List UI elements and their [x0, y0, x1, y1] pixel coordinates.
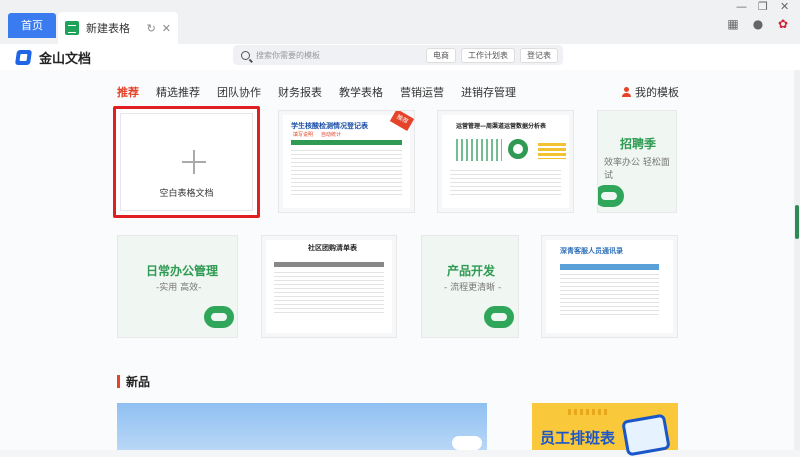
decoration-swirl — [598, 185, 624, 207]
new-sheet-tab-label: 新建表格 — [86, 22, 130, 35]
template-card[interactable]: 日常办公管理 -实用 高效- — [117, 235, 238, 338]
bar-chart-preview — [456, 139, 502, 161]
schedule-illustration — [621, 413, 671, 457]
table-rows — [450, 167, 561, 195]
close-tab-icon[interactable]: ✕ — [162, 22, 171, 35]
decoration-swirl — [204, 306, 234, 328]
donut-chart-preview — [508, 139, 528, 159]
blank-sheet-label: 空白表格文档 — [159, 189, 214, 199]
staff-schedule-card[interactable]: 员工排班表 — [532, 403, 678, 457]
new-section-heading: 新品 — [117, 373, 150, 390]
plus-icon — [182, 150, 206, 174]
template-subtitle: -实用 高效- — [156, 283, 202, 293]
template-title: 招聘季 — [620, 137, 657, 151]
table-rows — [291, 147, 402, 195]
heading-accent-bar — [117, 375, 120, 388]
decoration-swirl — [484, 306, 514, 328]
template-preview: 社区团购清单表 — [266, 240, 392, 333]
search-chip[interactable]: 电商 — [426, 47, 456, 63]
app-name: 金山文档 — [39, 52, 92, 67]
template-subtitle: - 流程更清晰 - — [444, 283, 502, 293]
recommend-badge: 推荐 — [389, 111, 414, 132]
apps-grid-icon[interactable]: ▦ — [726, 17, 740, 31]
template-card[interactable]: 学生核酸检测情况登记表 推荐 填写说明 自动统计 — [278, 110, 415, 213]
table-header-bar — [291, 140, 402, 145]
template-preview: 深青客服人员通讯录 — [546, 240, 673, 333]
staff-schedule-title: 员工排班表 — [540, 429, 616, 447]
search-icon — [241, 50, 250, 60]
blank-sheet-preview: 空白表格文档 — [120, 113, 253, 211]
dots-decoration — [568, 409, 608, 415]
app-logo[interactable]: 金山文档 — [14, 48, 92, 67]
template-card[interactable]: 深青客服人员通讯录 — [541, 235, 678, 338]
search-chip[interactable]: 工作计划表 — [461, 47, 515, 63]
table-rows — [560, 271, 659, 315]
template-title: 深青客服人员通讯录 — [560, 247, 623, 255]
category-tabs: 推荐 精选推荐 团队协作 财务报表 教学表格 营销运营 进销存管理 — [117, 84, 516, 100]
my-templates-label: 我的模板 — [635, 86, 679, 99]
restore-icon[interactable]: ❐ — [758, 0, 768, 14]
new-sheet-tab[interactable]: 新建表格 ↻ ✕ — [58, 12, 178, 44]
template-title: 产品开发 — [447, 264, 496, 278]
table-header-bar — [274, 262, 384, 267]
template-title: 日常办公管理 — [146, 264, 219, 278]
kdocs-logo-icon — [14, 50, 33, 65]
refresh-icon[interactable]: ↻ — [147, 22, 156, 35]
scrollbar-thumb[interactable] — [795, 205, 799, 239]
my-templates-link[interactable]: 我的模板 — [622, 84, 679, 100]
bar-chart-preview — [538, 143, 566, 159]
template-note: 填写说明 — [293, 132, 314, 138]
tab-marketing[interactable]: 营销运营 — [400, 84, 444, 100]
close-window-icon[interactable]: ✕ — [780, 0, 789, 14]
template-title: 社区团购清单表 — [308, 244, 357, 252]
cloud-decoration — [452, 436, 482, 450]
search-chip[interactable]: 登记表 — [520, 47, 558, 63]
new-section-title: 新品 — [126, 375, 151, 389]
user-icon — [622, 87, 631, 97]
template-title: 学生核酸检测情况登记表 — [291, 122, 368, 130]
tab-finance[interactable]: 财务报表 — [278, 84, 322, 100]
template-card[interactable]: 产品开发 - 流程更清晰 - — [421, 235, 519, 338]
table-header-bar — [560, 264, 659, 270]
template-preview: 运营管理—周渠道运营数据分析表 — [442, 115, 569, 208]
spreadsheet-icon — [65, 21, 79, 35]
tab-featured[interactable]: 精选推荐 — [156, 84, 200, 100]
tab-inventory[interactable]: 进销存管理 — [461, 84, 516, 100]
chat-icon[interactable]: ● — [751, 17, 765, 31]
template-search[interactable]: 搜索你需要的模板 电商 工作计划表 登记表 — [233, 45, 563, 65]
tab-teaching[interactable]: 教学表格 — [339, 84, 383, 100]
table-rows — [274, 269, 384, 313]
template-note: 自动统计 — [321, 132, 342, 138]
scrollbar[interactable] — [794, 70, 800, 450]
template-preview: 学生核酸检测情况登记表 推荐 填写说明 自动统计 — [283, 111, 414, 208]
template-card[interactable]: 招聘季 效率办公 轻松面试 — [597, 110, 677, 213]
blank-sheet-card[interactable]: 空白表格文档 — [113, 106, 260, 218]
template-card[interactable]: 社区团购清单表 — [261, 235, 397, 338]
template-card[interactable]: 运营管理—周渠道运营数据分析表 — [437, 110, 574, 213]
new-template-banner[interactable] — [117, 403, 487, 450]
template-subtitle: 效率办公 轻松面试 — [604, 158, 670, 181]
template-title: 运营管理—周渠道运营数据分析表 — [456, 123, 547, 130]
tab-recommended[interactable]: 推荐 — [117, 84, 139, 100]
user-avatar-icon[interactable]: ✿ — [776, 17, 790, 31]
minimize-icon[interactable]: — — [736, 0, 747, 14]
tab-team[interactable]: 团队协作 — [217, 84, 261, 100]
home-tab[interactable]: 首页 — [8, 13, 56, 38]
search-input[interactable]: 搜索你需要的模板 — [256, 50, 426, 61]
